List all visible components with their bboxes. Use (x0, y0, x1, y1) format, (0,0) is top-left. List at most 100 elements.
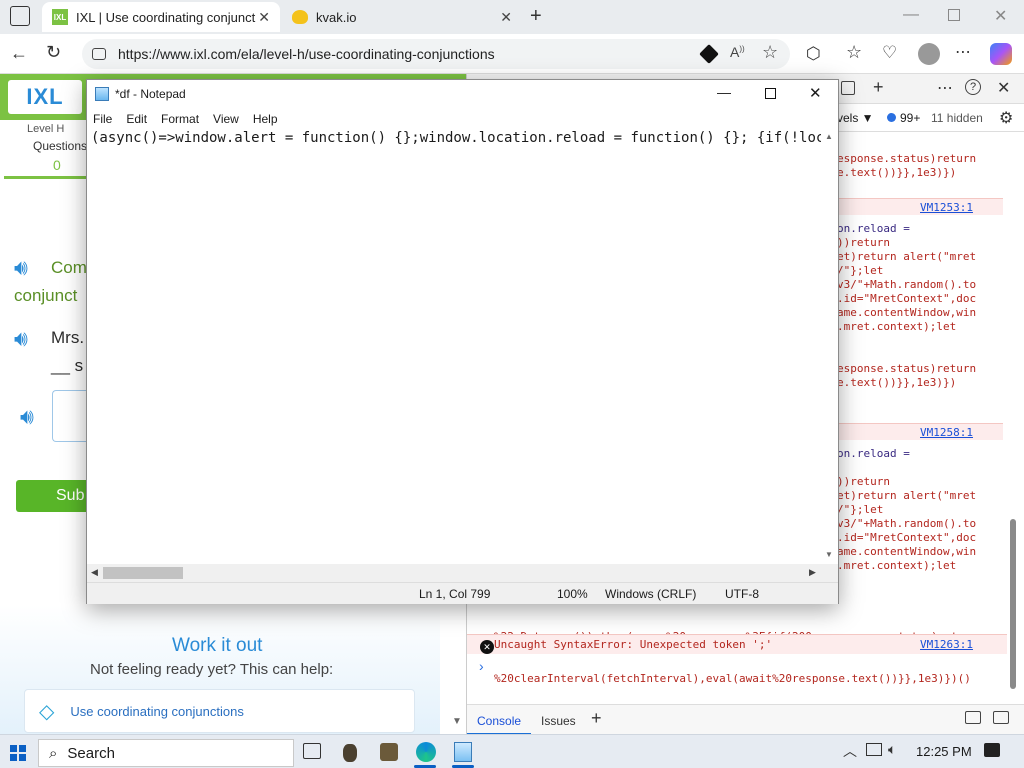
menu-view[interactable]: View (213, 112, 239, 126)
status-zoom: 100% (557, 586, 588, 601)
menu-format[interactable]: Format (161, 112, 199, 126)
windows-logo-pane (19, 754, 26, 761)
error-x-icon: ✕ (480, 640, 494, 654)
back-arrow-icon[interactable]: ← (10, 43, 28, 64)
read-aloud-icon[interactable]: A)) (730, 44, 745, 60)
help-link-card[interactable]: ◇ Use coordinating conjunctions (24, 689, 415, 733)
notepad-titlebar[interactable]: *df - Notepad — ✕ (87, 80, 838, 108)
devtools-help-icon[interactable]: ? (965, 79, 981, 95)
favorites-icon[interactable]: ☆ (846, 42, 862, 63)
browser-essentials-icon[interactable]: ♡ (882, 43, 897, 63)
sentence-text: Mrs. (51, 328, 85, 347)
speaker-icon-question[interactable]: 🔊︎ (14, 255, 28, 281)
console-prompt-chevron-icon[interactable]: › (479, 658, 484, 674)
console-line: v3/"+Math.random().to (837, 517, 977, 530)
ixl-logo[interactable]: IXL (8, 80, 82, 114)
copilot-icon[interactable] (990, 43, 1012, 65)
error-message: Uncaught SyntaxError: Unexpected token '… (494, 638, 773, 651)
question-prompt-line2: conjunct (14, 286, 78, 305)
vscroll-up-icon[interactable]: ▲ (825, 132, 833, 141)
issue-dot-icon (887, 113, 896, 122)
notepad-taskbar-icon[interactable] (454, 742, 472, 762)
speaker-icon-answer[interactable]: 🔊︎ (20, 404, 34, 430)
volume-muted-icon[interactable]: 🔈︎ (888, 741, 896, 758)
console-settings-gear-icon[interactable]: ⚙ (999, 108, 1013, 128)
notepad-window: *df - Notepad — ✕ File Edit Format View … (86, 79, 839, 604)
source-link-vm1253[interactable]: VM1253:1 (920, 201, 973, 214)
console-line: /"};let (837, 503, 884, 516)
tag-icon[interactable] (699, 44, 719, 64)
tab-ixl-label: IXL | Use coordinating conjunctio (76, 9, 256, 25)
tab-kvak-close-icon[interactable]: ✕ (500, 9, 512, 26)
notepad-content: (async()=>window.alert = function() {};w… (91, 130, 821, 146)
devtools-scrollbar[interactable] (1010, 519, 1016, 689)
edge-taskbar-icon[interactable] (416, 742, 436, 762)
devtools-panel-icon[interactable] (841, 81, 855, 95)
devtools-add-tab-icon[interactable]: + (873, 77, 884, 98)
close-drawer-icon[interactable] (993, 711, 1009, 724)
tab-kvak[interactable]: kvak.io ✕ (282, 2, 522, 32)
windows-logo-pane (19, 745, 26, 752)
tab-ixl[interactable]: IXL IXL | Use coordinating conjunctio ✕ (42, 2, 280, 32)
refresh-icon[interactable]: ↻ (46, 42, 61, 63)
more-menu-icon[interactable]: ⋯ (955, 42, 971, 62)
notepad-hscrollbar[interactable]: ◀ ▶ (87, 564, 838, 582)
ixl-favicon-icon: IXL (52, 9, 68, 25)
tab-ixl-close-icon[interactable]: ✕ (258, 9, 270, 26)
devtools-more-icon[interactable]: ⋯ (937, 78, 953, 98)
log-levels-dropdown[interactable]: vels ▼ (837, 111, 874, 125)
console-output-2: on.reload = ))return et)return alert("mr… (837, 222, 976, 390)
taskbar-search-box[interactable]: ⌕ Search (38, 739, 294, 767)
windows-taskbar: ⌕ Search ︿ 🔈︎ 12:25 PM (0, 734, 1024, 768)
notepad-menubar: File Edit Format View Help (87, 108, 838, 130)
drawer-add-tab-icon[interactable]: + (591, 708, 602, 729)
console-line: ))return (837, 475, 890, 488)
tab-issues[interactable]: Issues (541, 714, 576, 728)
notepad-text-area[interactable]: (async()=>window.alert = function() {};w… (87, 130, 838, 566)
search-icon: ⌕ (49, 744, 58, 762)
close-window-icon[interactable]: ✕ (994, 6, 1007, 26)
notepad-maximize-icon[interactable] (765, 88, 776, 99)
speaker-icon-sentence[interactable]: 🔊︎ (14, 326, 28, 352)
help-link-text[interactable]: Use coordinating conjunctions (70, 704, 243, 719)
menu-edit[interactable]: Edit (126, 112, 147, 126)
source-link-vm1258[interactable]: VM1258:1 (920, 426, 973, 439)
network-icon[interactable] (866, 743, 882, 756)
clock-time[interactable]: 12:25 PM (916, 744, 972, 759)
notepad-minimize-icon[interactable]: — (717, 84, 731, 100)
profile-avatar[interactable] (918, 43, 940, 65)
favorite-star-icon[interactable]: ☆ (762, 42, 778, 63)
extensions-icon[interactable]: ⬡ (806, 44, 821, 64)
app-icon-2[interactable] (380, 743, 398, 761)
hscroll-thumb[interactable] (103, 567, 183, 579)
address-bar[interactable]: https://www.ixl.com/ela/level-h/use-coor… (82, 39, 790, 69)
source-link-vm1263[interactable]: VM1263:1 (920, 638, 973, 651)
issues-indicator[interactable]: 99+ (887, 111, 920, 125)
console-line: on.reload = (837, 222, 910, 235)
new-tab-icon[interactable]: + (530, 5, 542, 28)
menu-file[interactable]: File (93, 112, 112, 126)
restore-window-icon[interactable] (948, 9, 960, 21)
show-hidden-icons-chevron-icon[interactable]: ︿ (843, 741, 857, 761)
hscroll-right-icon[interactable]: ▶ (809, 567, 816, 578)
page-scroll-down-icon[interactable]: ▼ (452, 716, 462, 727)
tab-console[interactable]: Console (467, 705, 532, 735)
task-view-icon[interactable] (303, 743, 321, 759)
hscroll-left-icon[interactable]: ◀ (91, 567, 98, 578)
tab-issues-label: Issues (541, 714, 576, 728)
vscroll-down-icon[interactable]: ▼ (825, 550, 833, 559)
minimize-window-icon[interactable]: — (903, 6, 919, 24)
app-icon-1[interactable] (343, 744, 357, 762)
devtools-close-icon[interactable]: ✕ (997, 78, 1010, 98)
tab-actions-icon[interactable] (10, 6, 30, 26)
notifications-icon[interactable] (984, 743, 1000, 757)
console-line: esponse.status)return (837, 362, 977, 375)
site-info-icon[interactable] (92, 48, 106, 60)
dock-side-icon[interactable] (965, 711, 981, 724)
status-encoding: UTF-8 (725, 586, 759, 601)
notepad-close-icon[interactable]: ✕ (809, 84, 822, 102)
menu-help[interactable]: Help (253, 112, 278, 126)
start-button-windows-icon[interactable] (10, 745, 26, 761)
console-line: .mret.context);let (837, 320, 957, 333)
